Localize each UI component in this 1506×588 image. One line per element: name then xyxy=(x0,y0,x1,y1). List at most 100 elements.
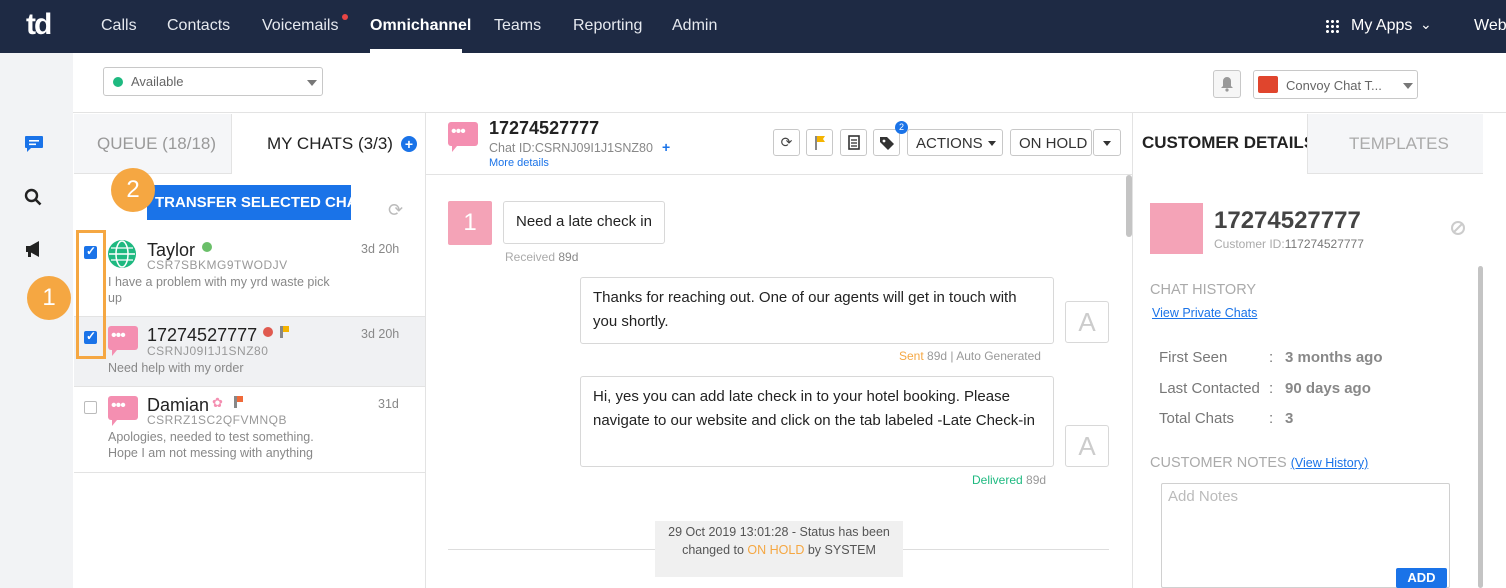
channel-select-value: Convoy Chat T... xyxy=(1286,78,1382,93)
chat-select-checkbox[interactable] xyxy=(84,401,97,414)
on-hold-label: ON HOLD xyxy=(1019,135,1088,152)
add-participant-icon[interactable]: + xyxy=(662,139,670,155)
separator: : xyxy=(1269,410,1274,427)
online-status-dot xyxy=(202,242,212,252)
message-bubble-outgoing: Thanks for reaching out. One of our agen… xyxy=(580,277,1054,344)
chat-id: CSRRZ1SC2QFVMNQB xyxy=(147,413,288,427)
megaphone-icon[interactable] xyxy=(24,240,44,258)
actions-dropdown[interactable]: ACTIONS xyxy=(907,129,1003,156)
transfer-selected-chat-button[interactable]: TRANSFER SELECTED CHAT xyxy=(147,185,351,220)
chat-contact-name: 17274527777 xyxy=(147,325,258,345)
refresh-icon: ⟳ xyxy=(780,134,793,150)
bell-icon xyxy=(1221,77,1233,92)
customer-number: 17274527777 xyxy=(1214,207,1361,234)
chat-age: 31d xyxy=(378,397,399,411)
message-age: 89d xyxy=(558,250,579,264)
tag-button[interactable] xyxy=(873,129,900,156)
conversation-channel-select[interactable]: Convoy Chat T... xyxy=(1253,70,1418,99)
available-status-dot xyxy=(113,77,123,87)
system-message-actor: by SYSTEM xyxy=(807,543,876,557)
nav-teams[interactable]: Teams xyxy=(494,17,541,35)
caret-down-icon xyxy=(988,141,996,146)
first-seen-value: 3 months ago xyxy=(1285,349,1383,366)
chat-history-heading: CHAT HISTORY xyxy=(1150,282,1257,298)
separator: : xyxy=(1269,380,1274,397)
apps-grid-icon[interactable] xyxy=(1325,19,1339,33)
message-bubble-outgoing: Hi, yes you can add late check in to you… xyxy=(580,376,1054,467)
message-auto-generated: | Auto Generated xyxy=(950,349,1041,363)
chat-list-item[interactable]: Damian ✿ CSRRZ1SC2QFVMNQB Apologies, nee… xyxy=(74,387,425,473)
chat-bubble-icon xyxy=(448,122,478,152)
customer-id: Customer ID:117274527777 xyxy=(1214,237,1364,251)
customer-id-label: Customer ID: xyxy=(1214,237,1285,251)
tag-icon xyxy=(879,137,894,150)
search-icon[interactable] xyxy=(24,188,42,206)
chat-last-message: I have a problem with my yrd waste pick … xyxy=(108,275,330,305)
block-icon[interactable] xyxy=(1451,221,1465,235)
caret-down-icon xyxy=(1103,141,1111,146)
message-bubble-incoming: Need a late check in xyxy=(503,201,665,244)
nav-web-truncated[interactable]: Web xyxy=(1474,17,1506,35)
message-status-sent: Sent xyxy=(899,349,924,363)
customer-avatar: 1 xyxy=(448,201,492,245)
on-hold-button[interactable]: ON HOLD xyxy=(1010,129,1092,156)
agent-avatar: A xyxy=(1065,425,1109,467)
chat-age: 3d 20h xyxy=(361,327,400,341)
voicemail-notification-dot xyxy=(342,14,348,20)
chevron-down-icon xyxy=(307,80,317,86)
chat-list-item[interactable]: Taylor CSR7SBKMG9TWODJV I have a problem… xyxy=(74,232,425,317)
chat-list-item-selected[interactable]: 17274527777 CSRNJ09I1J1SNZ80 Need help w… xyxy=(74,317,425,387)
flag-icon xyxy=(280,326,289,338)
message-status: Received xyxy=(505,250,556,264)
tab-queue[interactable]: QUEUE (18/18) xyxy=(74,114,232,174)
add-chat-button[interactable]: + xyxy=(401,136,417,152)
add-note-button[interactable]: ADD xyxy=(1396,568,1447,588)
more-details-link[interactable]: More details xyxy=(489,157,549,169)
separator: : xyxy=(1269,349,1274,366)
on-hold-dropdown-toggle[interactable] xyxy=(1093,129,1121,156)
refresh-conversation-button[interactable]: ⟳ xyxy=(773,129,800,156)
globe-icon xyxy=(108,240,136,268)
chat-icon[interactable] xyxy=(24,135,44,153)
nav-omnichannel[interactable]: Omnichannel xyxy=(370,17,471,35)
my-apps-menu[interactable]: My Apps xyxy=(1351,17,1412,35)
chat-age: 3d 20h xyxy=(361,242,400,256)
first-seen-label: First Seen xyxy=(1159,349,1228,366)
message-status-delivered: Delivered xyxy=(972,473,1023,487)
tab-customer-details[interactable]: CUSTOMER DETAILS xyxy=(1142,133,1315,153)
refresh-icon[interactable]: ⟳ xyxy=(388,200,403,221)
view-private-chats-link[interactable]: View Private Chats xyxy=(1152,306,1257,320)
nav-reporting[interactable]: Reporting xyxy=(573,17,642,35)
nav-contacts[interactable]: Contacts xyxy=(167,17,230,35)
nav-admin[interactable]: Admin xyxy=(672,17,717,35)
tab-templates[interactable]: TEMPLATES xyxy=(1307,114,1483,174)
transcript-button[interactable] xyxy=(840,129,867,156)
customer-panel-scrollbar[interactable] xyxy=(1478,266,1483,588)
tab-queue-label: QUEUE (18/18) xyxy=(97,134,217,153)
flag-button[interactable] xyxy=(806,129,833,156)
chat-bubble-icon xyxy=(108,326,138,356)
message-age: 89d xyxy=(927,349,948,363)
tab-my-chats[interactable]: MY CHATS (3/3) xyxy=(267,134,393,154)
app-logo[interactable]: td xyxy=(26,8,52,42)
nav-voicemails[interactable]: Voicemails xyxy=(262,17,338,35)
paw-icon: ✿ xyxy=(212,395,223,410)
view-history-link[interactable]: (View History) xyxy=(1291,456,1369,470)
message-meta: Sent 89d | Auto Generated xyxy=(899,349,1041,363)
chevron-down-icon[interactable]: ⌄ xyxy=(1420,16,1432,33)
agent-status-select[interactable]: Available xyxy=(103,67,323,96)
customer-notes-heading: CUSTOMER NOTES (View History) xyxy=(1150,455,1368,471)
conversation-title: 17274527777 xyxy=(489,118,600,138)
total-chats-value: 3 xyxy=(1285,410,1294,427)
chat-last-message: Need help with my order xyxy=(108,361,244,375)
status-dot-red xyxy=(263,327,273,337)
customer-id-value: 117274527777 xyxy=(1284,237,1364,251)
agent-status-value: Available xyxy=(131,74,184,89)
nav-calls[interactable]: Calls xyxy=(101,17,137,35)
chat-bubble-icon xyxy=(108,396,138,426)
notification-bell-button[interactable] xyxy=(1213,70,1241,98)
last-contacted-label: Last Contacted xyxy=(1159,380,1260,397)
view-private-chats-label[interactable]: View Private Chats xyxy=(1152,306,1257,320)
total-chats-label: Total Chats xyxy=(1159,410,1235,427)
message-meta: Received 89d xyxy=(505,250,578,264)
